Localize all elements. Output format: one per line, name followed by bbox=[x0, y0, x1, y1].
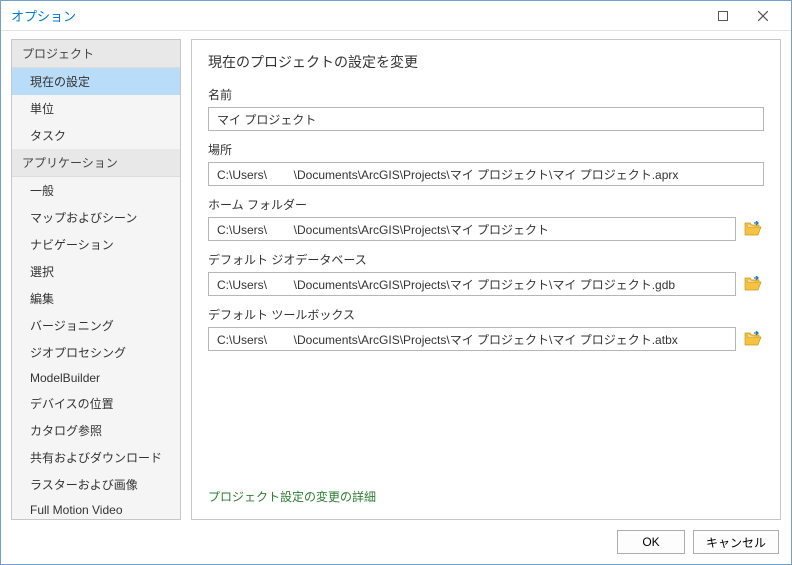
field-default-geodatabase: デフォルト ジオデータベース bbox=[208, 251, 764, 296]
folder-open-icon bbox=[744, 221, 762, 237]
sidebar-item-general[interactable]: 一般 bbox=[12, 177, 180, 204]
sidebar-item-share-download[interactable]: 共有およびダウンロード bbox=[12, 444, 180, 471]
sidebar-item-map-scenes[interactable]: マップおよびシーン bbox=[12, 204, 180, 231]
options-dialog: オプション プロジェクト 現在の設定 単位 タスク アプリケーション 一般 マッ… bbox=[0, 0, 792, 565]
home-folder-label: ホーム フォルダー bbox=[208, 196, 764, 213]
maximize-button[interactable] bbox=[703, 2, 743, 30]
close-button[interactable] bbox=[743, 2, 783, 30]
field-default-toolbox: デフォルト ツールボックス bbox=[208, 306, 764, 351]
cancel-button[interactable]: キャンセル bbox=[693, 530, 779, 554]
spacer bbox=[208, 361, 764, 484]
browse-gdb-button[interactable] bbox=[742, 273, 764, 295]
settings-panel: 現在のプロジェクトの設定を変更 名前 場所 ホーム フォルダー bbox=[191, 39, 781, 520]
window-controls bbox=[703, 2, 783, 30]
sidebar-item-current-settings[interactable]: 現在の設定 bbox=[12, 68, 180, 95]
sidebar-item-modelbuilder[interactable]: ModelBuilder bbox=[12, 366, 180, 390]
sidebar-item-selection[interactable]: 選択 bbox=[12, 258, 180, 285]
close-icon bbox=[758, 11, 768, 21]
location-label: 場所 bbox=[208, 141, 764, 158]
sidebar-item-editing[interactable]: 編集 bbox=[12, 285, 180, 312]
dialog-body: プロジェクト 現在の設定 単位 タスク アプリケーション 一般 マップおよびシー… bbox=[1, 31, 791, 520]
category-sidebar[interactable]: プロジェクト 現在の設定 単位 タスク アプリケーション 一般 マップおよびシー… bbox=[11, 39, 181, 520]
field-home-folder: ホーム フォルダー bbox=[208, 196, 764, 241]
sidebar-item-navigation[interactable]: ナビゲーション bbox=[12, 231, 180, 258]
sidebar-item-tasks[interactable]: タスク bbox=[12, 122, 180, 149]
field-name: 名前 bbox=[208, 86, 764, 131]
name-label: 名前 bbox=[208, 86, 764, 103]
category-header-project: プロジェクト bbox=[12, 40, 180, 68]
default-gdb-label: デフォルト ジオデータベース bbox=[208, 251, 764, 268]
default-gdb-input[interactable] bbox=[208, 272, 736, 296]
sidebar-item-device-location[interactable]: デバイスの位置 bbox=[12, 390, 180, 417]
field-location: 場所 bbox=[208, 141, 764, 186]
folder-open-icon bbox=[744, 276, 762, 292]
default-toolbox-input[interactable] bbox=[208, 327, 736, 351]
titlebar: オプション bbox=[1, 1, 791, 31]
name-input[interactable] bbox=[208, 107, 764, 131]
sidebar-item-raster-image[interactable]: ラスターおよび画像 bbox=[12, 471, 180, 498]
category-header-application: アプリケーション bbox=[12, 149, 180, 177]
default-toolbox-label: デフォルト ツールボックス bbox=[208, 306, 764, 323]
window-title: オプション bbox=[11, 6, 703, 25]
square-icon bbox=[718, 11, 728, 21]
folder-open-icon bbox=[744, 331, 762, 347]
sidebar-item-fmv[interactable]: Full Motion Video bbox=[12, 498, 180, 520]
location-input[interactable] bbox=[208, 162, 764, 186]
browse-home-folder-button[interactable] bbox=[742, 218, 764, 240]
sidebar-item-catalog-browse[interactable]: カタログ参照 bbox=[12, 417, 180, 444]
sidebar-item-units[interactable]: 単位 bbox=[12, 95, 180, 122]
ok-button[interactable]: OK bbox=[617, 530, 685, 554]
learn-more-link[interactable]: プロジェクト設定の変更の詳細 bbox=[208, 484, 764, 509]
sidebar-item-geoprocessing[interactable]: ジオプロセシング bbox=[12, 339, 180, 366]
dialog-footer: OK キャンセル bbox=[1, 520, 791, 564]
sidebar-item-versioning[interactable]: バージョニング bbox=[12, 312, 180, 339]
browse-toolbox-button[interactable] bbox=[742, 328, 764, 350]
panel-heading: 現在のプロジェクトの設定を変更 bbox=[208, 52, 764, 72]
home-folder-input[interactable] bbox=[208, 217, 736, 241]
